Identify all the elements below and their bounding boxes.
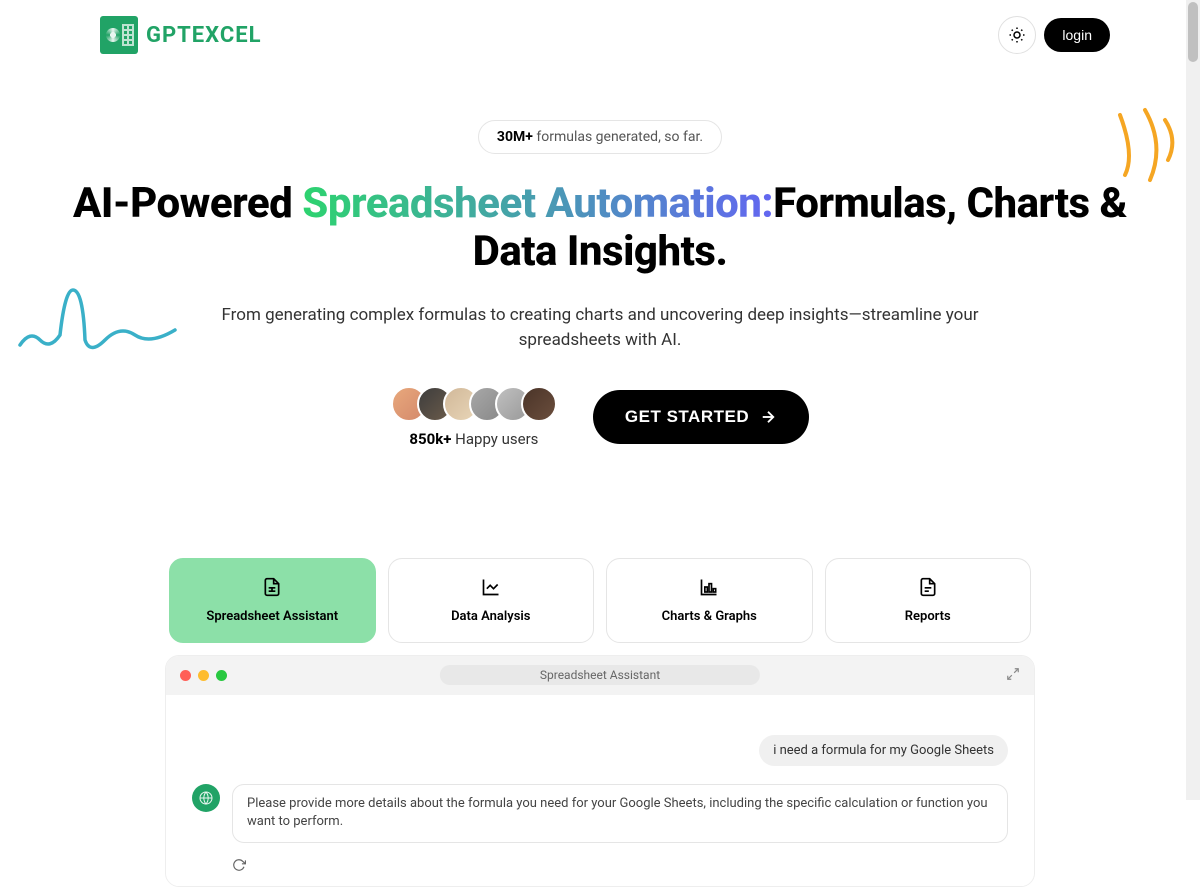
demo-window: Spreadsheet Assistant i need a formula f… [165, 655, 1035, 887]
refresh-icon [232, 858, 246, 872]
tab-charts-graphs[interactable]: Charts & Graphs [606, 558, 813, 643]
file-text-icon [918, 577, 938, 597]
users-count: 850k+ [409, 430, 451, 448]
heading-gradient: Spreadsheet Automation: [302, 179, 773, 228]
heading-pre: AI-Powered [73, 179, 302, 228]
social-proof: 850k+ Happy users [391, 386, 557, 448]
tab-label: Spreadsheet Assistant [206, 609, 338, 624]
users-suffix: Happy users [451, 430, 538, 448]
line-chart-icon [481, 577, 501, 597]
arrow-right-icon [759, 408, 777, 426]
file-spreadsheet-icon [262, 577, 282, 597]
tab-data-analysis[interactable]: Data Analysis [388, 558, 595, 643]
users-count-text: 850k+ Happy users [409, 430, 538, 448]
expand-button[interactable] [1006, 666, 1020, 685]
window-close-icon [180, 670, 191, 681]
tab-label: Charts & Graphs [662, 609, 757, 624]
tab-label: Data Analysis [451, 609, 530, 624]
user-message-row: i need a formula for my Google Sheets [192, 735, 1008, 766]
get-started-label: GET STARTED [625, 407, 749, 427]
window-minimize-icon [198, 670, 209, 681]
expand-icon [1006, 667, 1020, 681]
regenerate-button[interactable] [192, 857, 1008, 876]
tab-spreadsheet-assistant[interactable]: Spreadsheet Assistant [169, 558, 376, 643]
get-started-button[interactable]: GET STARTED [593, 390, 809, 444]
user-message-bubble: i need a formula for my Google Sheets [759, 735, 1008, 766]
decoration-squiggle-left [15, 280, 180, 370]
site-header: GPTEXCEL login [0, 0, 1200, 70]
globe-grid-icon [198, 790, 214, 806]
traffic-lights [180, 670, 227, 681]
hero-heading: AI-Powered Spreadsheet Automation:Formul… [70, 180, 1130, 277]
demo-titlebar: Spreadsheet Assistant [166, 656, 1034, 695]
tab-reports[interactable]: Reports [825, 558, 1032, 643]
brand-logo[interactable]: GPTEXCEL [100, 16, 262, 54]
scrollbar-thumb[interactable] [1188, 2, 1198, 62]
hero-subtitle: From generating complex formulas to crea… [210, 303, 990, 354]
decoration-squiggle-right [1110, 105, 1180, 185]
avatar [521, 386, 557, 422]
logo-icon [100, 16, 138, 54]
sun-icon [1008, 26, 1026, 44]
assistant-avatar [192, 784, 220, 812]
bar-chart-icon [699, 577, 719, 597]
demo-window-title: Spreadsheet Assistant [440, 665, 760, 685]
assistant-message-row: Please provide more details about the fo… [192, 784, 1008, 844]
assistant-message-bubble: Please provide more details about the fo… [232, 784, 1008, 844]
stats-badge: 30M+ formulas generated, so far. [478, 120, 722, 154]
scrollbar[interactable] [1186, 0, 1200, 800]
tab-label: Reports [905, 609, 951, 624]
theme-toggle-button[interactable] [998, 16, 1036, 54]
stats-count: 30M+ [497, 129, 533, 145]
feature-tabs: Spreadsheet Assistant Data Analysis Char… [165, 558, 1035, 643]
brand-name: GPTEXCEL [146, 23, 262, 48]
login-button[interactable]: login [1044, 18, 1110, 52]
user-avatars [391, 386, 557, 422]
window-maximize-icon [216, 670, 227, 681]
demo-body: i need a formula for my Google Sheets Pl… [166, 695, 1034, 887]
hero-section: 30M+ formulas generated, so far. AI-Powe… [0, 70, 1200, 448]
stats-suffix: formulas generated, so far. [533, 129, 703, 145]
